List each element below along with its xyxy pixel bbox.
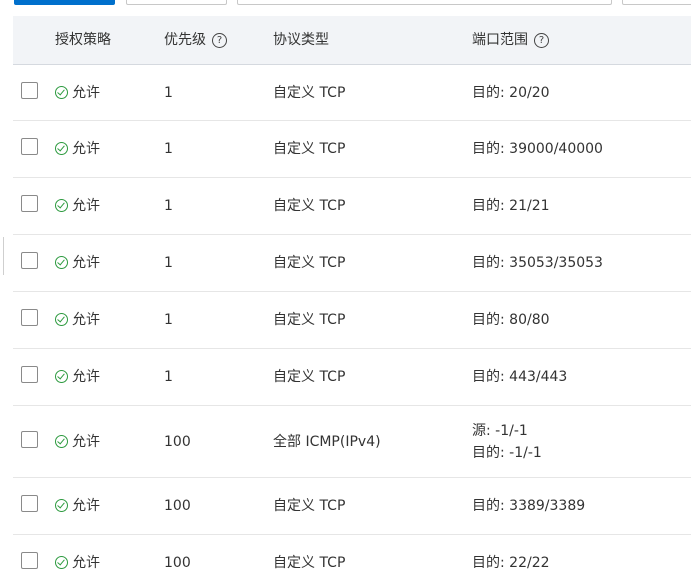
check-circle-icon — [55, 370, 68, 383]
policy-label: 允许 — [72, 498, 100, 514]
header-protocol: 协议类型 — [273, 32, 329, 48]
policy-cell: 允许 — [55, 432, 100, 452]
table-body: 允许 1 自定义 TCP 目的: 20/20 允许 1 自定义 TCP 目的: 39000/4… — [13, 65, 691, 576]
header-port: 端口范围? — [472, 16, 549, 64]
port-range-cell: 目的: 3389/3389 — [472, 495, 585, 517]
port-range-text: 目的: 80/80 — [472, 312, 550, 328]
protocol-cell: 自定义 TCP — [273, 498, 346, 514]
port-range-text: 源: -1/-1 — [472, 423, 528, 439]
table-row: 允许 1 自定义 TCP 目的: 443/443 — [13, 349, 691, 406]
check-circle-icon — [55, 499, 68, 512]
policy-label: 允许 — [72, 369, 100, 385]
header-priority: 优先级? — [164, 16, 227, 64]
check-circle-icon — [55, 435, 68, 448]
priority-cell: 100 — [164, 555, 191, 571]
port-range-cell: 目的: 21/21 — [472, 195, 550, 217]
check-circle-icon — [55, 199, 68, 212]
priority-cell: 1 — [164, 141, 173, 157]
port-range-cell: 目的: 20/20 — [472, 82, 550, 104]
policy-label: 允许 — [72, 198, 100, 214]
policy-label: 允许 — [72, 141, 100, 157]
row-checkbox[interactable] — [21, 138, 38, 155]
port-range-text: 目的: 21/21 — [472, 198, 550, 214]
policy-cell: 允许 — [55, 553, 100, 573]
policy-cell: 允许 — [55, 310, 100, 330]
table-header: 授权策略 优先级? 协议类型 端口范围? — [13, 16, 691, 65]
toolbar-button-right[interactable] — [622, 0, 691, 5]
table-row: 允许 1 自定义 TCP 目的: 21/21 — [13, 178, 691, 235]
protocol-cell: 自定义 TCP — [273, 555, 346, 571]
port-range-cell: 源: -1/-1 目的: -1/-1 — [472, 420, 542, 464]
check-circle-icon — [55, 313, 68, 326]
policy-cell: 允许 — [55, 196, 100, 216]
policy-label: 允许 — [72, 85, 100, 101]
port-range-cell: 目的: 22/22 — [472, 552, 550, 574]
policy-cell: 允许 — [55, 83, 100, 103]
port-range-cell: 目的: 80/80 — [472, 309, 550, 331]
table-row: 允许 1 自定义 TCP 目的: 80/80 — [13, 292, 691, 349]
table-row: 允许 1 自定义 TCP 目的: 39000/40000 — [13, 121, 691, 178]
search-input[interactable] — [237, 0, 612, 5]
policy-cell: 允许 — [55, 367, 100, 387]
row-checkbox[interactable] — [21, 309, 38, 326]
policy-cell: 允许 — [55, 139, 100, 159]
table-row: 允许 100 自定义 TCP 目的: 22/22 — [13, 535, 691, 576]
priority-cell: 1 — [164, 369, 173, 385]
protocol-cell: 全部 ICMP(IPv4) — [273, 434, 381, 450]
row-checkbox[interactable] — [21, 495, 38, 512]
rules-table: 授权策略 优先级? 协议类型 端口范围? 允许 1 自定义 TCP 目的: 20/20… — [13, 16, 691, 576]
port-range-cell: 目的: 443/443 — [472, 366, 567, 388]
row-checkbox[interactable] — [21, 366, 38, 383]
table-row: 允许 1 自定义 TCP 目的: 35053/35053 — [13, 235, 691, 292]
priority-cell: 1 — [164, 85, 173, 101]
policy-label: 允许 — [72, 312, 100, 328]
port-range-text: 目的: 443/443 — [472, 369, 568, 385]
protocol-cell: 自定义 TCP — [273, 141, 346, 157]
add-rule-button[interactable] — [14, 0, 115, 5]
security-group-rules-page: 授权策略 优先级? 协议类型 端口范围? 允许 1 自定义 TCP 目的: 20/20… — [0, 0, 691, 576]
policy-label: 允许 — [72, 255, 100, 271]
protocol-cell: 自定义 TCP — [273, 312, 346, 328]
table-row: 允许 100 全部 ICMP(IPv4) 源: -1/-1 目的: -1/-1 — [13, 406, 691, 478]
row-checkbox[interactable] — [21, 82, 38, 99]
port-range-text: 目的: 3389/3389 — [472, 498, 586, 514]
row-checkbox[interactable] — [21, 195, 38, 212]
policy-label: 允许 — [72, 434, 100, 450]
policy-cell: 允许 — [55, 496, 100, 516]
port-range-text: 目的: 22/22 — [472, 555, 550, 571]
question-circle-icon[interactable]: ? — [534, 33, 549, 48]
port-range-text: 目的: 39000/40000 — [472, 141, 603, 157]
priority-cell: 1 — [164, 255, 173, 271]
protocol-cell: 自定义 TCP — [273, 255, 346, 271]
priority-cell: 1 — [164, 312, 173, 328]
priority-cell: 100 — [164, 498, 191, 514]
row-checkbox[interactable] — [21, 252, 38, 269]
policy-label: 允许 — [72, 555, 100, 571]
question-circle-icon[interactable]: ? — [212, 33, 227, 48]
protocol-cell: 自定义 TCP — [273, 85, 346, 101]
header-policy: 授权策略 — [55, 32, 111, 48]
toolbar-button[interactable] — [126, 0, 227, 5]
side-drawer-handle[interactable] — [0, 237, 4, 275]
check-circle-icon — [55, 142, 68, 155]
table-row: 允许 1 自定义 TCP 目的: 20/20 — [13, 65, 691, 121]
port-range-cell: 目的: 39000/40000 — [472, 138, 603, 160]
port-range-cell: 目的: 35053/35053 — [472, 252, 603, 274]
priority-cell: 1 — [164, 198, 173, 214]
priority-cell: 100 — [164, 434, 191, 450]
row-checkbox[interactable] — [21, 552, 38, 569]
port-range-text: 目的: 35053/35053 — [472, 255, 603, 271]
check-circle-icon — [55, 256, 68, 269]
table-row: 允许 100 自定义 TCP 目的: 3389/3389 — [13, 478, 691, 535]
check-circle-icon — [55, 556, 68, 569]
check-circle-icon — [55, 86, 68, 99]
protocol-cell: 自定义 TCP — [273, 369, 346, 385]
row-checkbox[interactable] — [21, 431, 38, 448]
port-range-text: 目的: 20/20 — [472, 85, 550, 101]
port-range-text: 目的: -1/-1 — [472, 445, 542, 461]
protocol-cell: 自定义 TCP — [273, 198, 346, 214]
policy-cell: 允许 — [55, 253, 100, 273]
